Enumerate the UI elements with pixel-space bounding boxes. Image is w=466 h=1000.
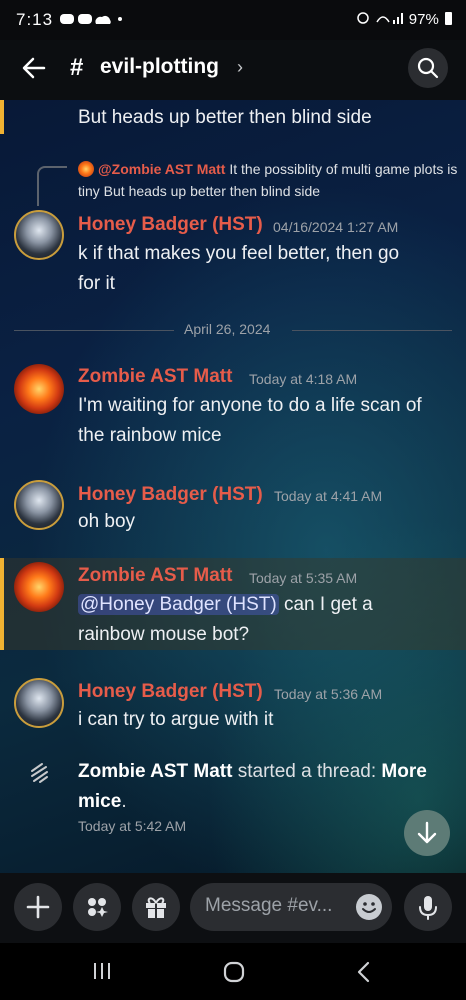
thread-action: started a thread: (237, 761, 377, 782)
author-name[interactable]: Honey Badger (HST) (78, 214, 263, 236)
author-name[interactable]: Zombie AST Matt (78, 565, 232, 587)
avatar[interactable] (14, 678, 64, 728)
mention-highlight-bar (0, 558, 4, 650)
mention-highlight-bar (0, 100, 4, 134)
apps-button[interactable] (73, 883, 121, 931)
message-timestamp: Today at 5:35 AM (249, 570, 358, 586)
gift-button[interactable] (132, 883, 180, 931)
message-text: for it (78, 273, 115, 294)
plus-icon (26, 895, 50, 919)
reply-avatar-icon (78, 161, 94, 177)
thread-icon (31, 763, 48, 783)
message-text: rainbow mouse bot? (78, 624, 250, 645)
battery-icon (445, 12, 452, 25)
message-text: oh boy (78, 511, 136, 532)
notification-icons (60, 11, 124, 30)
user-mention[interactable]: @Honey Badger (HST) (78, 594, 279, 615)
back-arrow-icon[interactable] (20, 54, 48, 82)
emoji-icon (362, 902, 376, 913)
message-timestamp: 04/16/2024 1:27 AM (273, 219, 399, 235)
message-text: I'm waiting for anyone to do a life scan… (78, 395, 422, 416)
message-text: the rainbow mice (78, 425, 222, 446)
message-timestamp: Today at 5:36 AM (274, 686, 383, 702)
author-name[interactable]: Zombie AST Matt (78, 366, 232, 388)
author-name[interactable]: Honey Badger (HST) (78, 484, 263, 506)
status-right: 97% (356, 10, 452, 28)
thread-author[interactable]: Zombie AST Matt (78, 761, 232, 782)
author-name[interactable]: Honey Badger (HST) (78, 681, 263, 703)
thread-timestamp: Today at 5:42 AM (78, 818, 187, 834)
message-input[interactable] (205, 895, 345, 917)
date-divider: April 26, 2024 (184, 321, 271, 337)
chevron-right-icon[interactable]: › (237, 57, 243, 78)
system-nav-bar (0, 943, 466, 1000)
thread-system-message: Zombie AST Matt started a thread: More m… (78, 757, 458, 817)
add-attachment-button[interactable] (14, 883, 62, 931)
arrow-down-icon (417, 821, 437, 844)
back-nav-icon[interactable] (356, 961, 372, 983)
voice-message-button[interactable] (404, 883, 452, 931)
thread-name-cont[interactable]: mice (78, 791, 121, 812)
battery-text: 97% (408, 11, 439, 28)
avatar[interactable] (14, 364, 64, 414)
reply-author: @Zombie AST Matt (98, 161, 226, 177)
message-text: @Honey Badger (HST) can I get a (78, 590, 373, 620)
status-time: 7:13 (16, 10, 54, 29)
avatar[interactable] (14, 562, 64, 612)
jump-to-present-button[interactable] (404, 810, 450, 856)
emoji-button[interactable] (356, 894, 382, 920)
apps-icon (88, 898, 108, 917)
message-text: i can try to argue with it (78, 709, 274, 730)
gift-icon (146, 897, 166, 918)
date-divider-line (292, 330, 452, 331)
message-timestamp: Today at 4:41 AM (274, 488, 383, 504)
avatar[interactable] (14, 480, 64, 530)
avatar[interactable] (14, 210, 64, 260)
thread-name[interactable]: More (381, 761, 426, 782)
reply-connector (37, 166, 67, 206)
message-text-rest: can I get a (283, 594, 373, 615)
message-composer (0, 873, 466, 943)
reply-preview[interactable]: @Zombie AST Matt It the possiblity of mu… (78, 158, 458, 202)
recents-icon[interactable] (92, 961, 112, 981)
thread-period: . (121, 791, 127, 812)
app-notification-icon (60, 14, 122, 24)
status-signal-icon (356, 12, 403, 24)
search-button[interactable] (408, 48, 448, 88)
message-text: But heads up better then blind side (78, 107, 372, 128)
channel-name[interactable]: evil-plotting (100, 55, 219, 79)
date-divider-line (14, 330, 174, 331)
status-bar: 7:13 97% (0, 0, 466, 40)
message-input-field[interactable] (190, 883, 392, 931)
search-icon (417, 57, 439, 79)
message-timestamp: Today at 4:18 AM (249, 371, 358, 387)
message-text: k if that makes you feel better, then go (78, 243, 400, 264)
channel-hash-icon: # (70, 54, 84, 81)
channel-header: # evil-plotting › (0, 40, 466, 100)
mic-icon (419, 896, 437, 920)
home-icon[interactable] (222, 961, 246, 983)
